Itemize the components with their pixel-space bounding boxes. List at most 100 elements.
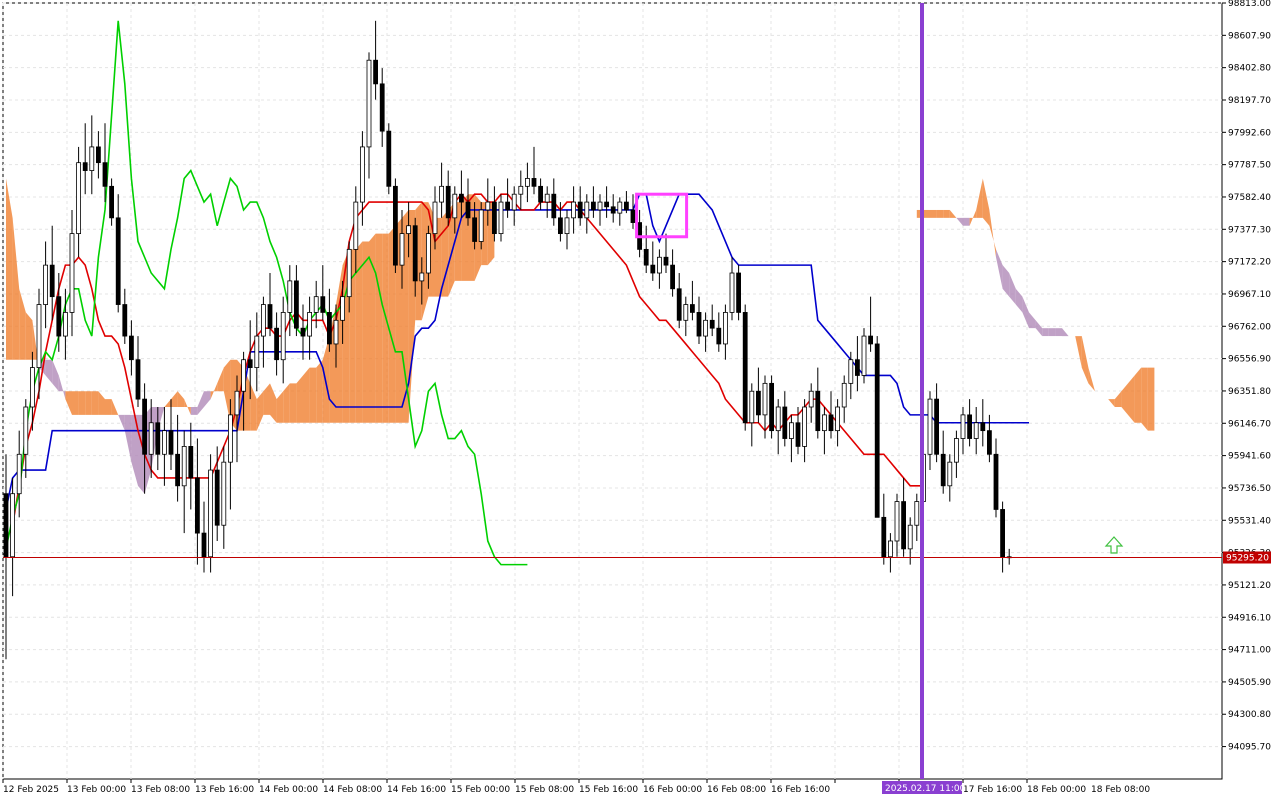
candle-body [861, 335, 867, 376]
ichimoku-cloud-segment [375, 233, 383, 423]
time-tick-label: 15 Feb 08:00 [515, 785, 574, 795]
candle-body [690, 304, 695, 313]
candle-body [29, 367, 35, 408]
ichimoku-cloud-segment [289, 383, 297, 423]
time-tick-label: 16 Feb 08:00 [707, 785, 766, 795]
candle-body [855, 359, 860, 376]
candle-body [650, 264, 656, 274]
price-tick-label: 95736.50 [1228, 484, 1271, 494]
candle-body [122, 304, 128, 337]
time-tick-label: 18 Feb 00:00 [1027, 785, 1086, 795]
price-tick-label: 96762.00 [1228, 322, 1271, 332]
candle-body [802, 406, 807, 447]
candle-body [175, 453, 181, 487]
ichimoku-future-cloud-segment [930, 209, 937, 218]
candle-body [43, 264, 48, 305]
candle-body [624, 201, 629, 211]
candle-body [69, 233, 75, 313]
candle-body [749, 390, 755, 424]
candle-body [901, 501, 906, 550]
candle-body [597, 201, 603, 211]
candle-body [313, 296, 319, 313]
candle-body [478, 209, 484, 242]
ichimoku-cloud-segment [105, 399, 112, 415]
price-tick-label: 94711.00 [1228, 646, 1271, 656]
candle-body [815, 390, 821, 432]
candle-body [23, 406, 29, 455]
ichimoku-future-cloud-segment [936, 209, 944, 218]
time-tick-label: 14 Feb 08:00 [323, 785, 382, 795]
candle-body [260, 304, 266, 337]
ichimoku-cloud-segment [25, 312, 33, 360]
candle-body [274, 327, 280, 361]
candle-body [128, 335, 134, 361]
candle-body [703, 319, 708, 337]
candle-body [326, 312, 332, 345]
candle-body [234, 390, 240, 416]
candle-body [940, 453, 946, 487]
time-tick-label: 15 Feb 00:00 [451, 785, 510, 795]
candle-body [888, 540, 893, 558]
candle-body [201, 532, 207, 558]
candle-body [498, 201, 504, 235]
candle-body [109, 185, 114, 219]
candle-body [82, 162, 88, 171]
ichimoku-cloud-segment [309, 367, 317, 423]
time-tick-label: 14 Feb 00:00 [259, 785, 318, 795]
candle-body [465, 201, 471, 219]
price-tick-label: 97377.30 [1228, 225, 1271, 235]
price-tick-label: 96146.70 [1228, 419, 1271, 429]
price-tick-label: 96556.90 [1228, 355, 1271, 365]
candle-body [472, 217, 478, 242]
candle-body [894, 501, 900, 542]
candle-body [934, 398, 939, 455]
candle-body [736, 272, 741, 313]
candle-body [683, 304, 689, 321]
ichimoku-cloud-segment [91, 391, 99, 415]
candle-body [10, 493, 16, 558]
candle-body [538, 185, 543, 203]
candle-body [775, 406, 781, 432]
candle-body [254, 335, 260, 368]
price-tick-label: 97992.60 [1228, 128, 1271, 138]
candle-body [874, 343, 880, 518]
candle-body [835, 406, 840, 432]
candle-body [155, 422, 161, 455]
candle-body [135, 359, 141, 400]
time-tick-label: 14 Feb 16:00 [387, 785, 446, 795]
ichimoku-cloud-segment [303, 367, 310, 423]
price-chart[interactable]: 98813.00 98607.90 98402.80 98197.70 97992.60… [0, 0, 1280, 800]
candle-body [458, 193, 464, 203]
candle-body [987, 430, 992, 455]
candle-body [419, 272, 425, 282]
candle-body [531, 178, 537, 187]
candle-body [221, 461, 227, 526]
ichimoku-cloud-segment [316, 359, 323, 423]
ichimoku-future-cloud-segment [1042, 328, 1049, 337]
candle-body [676, 288, 682, 321]
candle-body [927, 398, 933, 455]
candle-body [49, 264, 55, 298]
candle-body [439, 185, 445, 203]
ichimoku-cloud-segment [362, 241, 369, 423]
candle-body [584, 201, 590, 219]
candle-body [208, 469, 214, 558]
candle-body [1000, 509, 1005, 558]
price-tick-label: 96967.10 [1228, 290, 1271, 300]
ichimoku-cloud-segment [85, 391, 92, 415]
candle-body [729, 272, 735, 313]
candle-body [973, 422, 979, 439]
candle-body [148, 422, 154, 455]
time-tick-label: 18 Feb 08:00 [1091, 785, 1150, 795]
candle-body [756, 390, 761, 416]
candle-body [954, 438, 959, 463]
ichimoku-cloud-segment [72, 391, 79, 415]
candle-body [392, 185, 398, 266]
candle-body [399, 233, 405, 266]
candle-body [723, 312, 728, 345]
candle-body [366, 59, 372, 148]
candle-body [359, 146, 365, 203]
candle-body [670, 264, 675, 290]
candle-body [544, 193, 550, 203]
ichimoku-future-cloud-segment [963, 217, 970, 226]
